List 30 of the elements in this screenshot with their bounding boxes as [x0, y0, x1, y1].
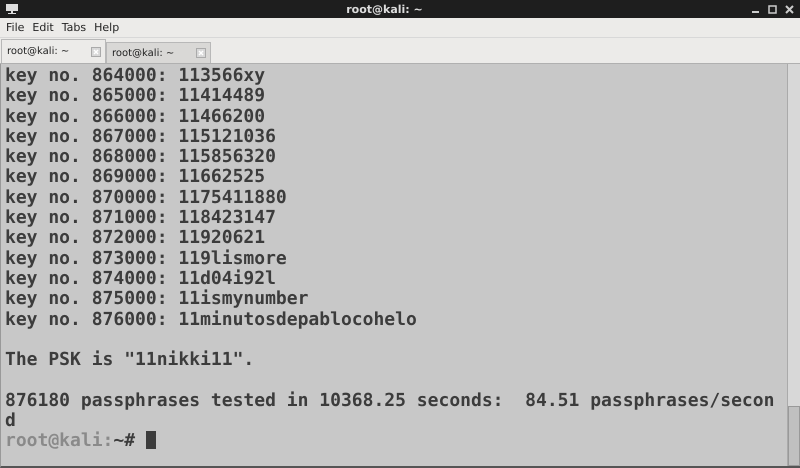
prompt-host: root@kali: [5, 430, 114, 452]
menu-item[interactable]: File [2, 21, 28, 34]
close-icon[interactable] [785, 4, 794, 14]
window-title: root@kali: ~ [345, 2, 424, 16]
terminal-line: key no. 868000: 115856320 [5, 147, 277, 168]
scrollbar-thumb[interactable] [788, 406, 800, 466]
terminal-line: key no. 865000: 11414489 [5, 86, 266, 107]
text-cursor [146, 431, 156, 450]
tab[interactable]: root@kali: ~ [1, 39, 106, 63]
scrollbar[interactable] [787, 64, 800, 466]
terminal-line: key no. 869000: 11662525 [5, 167, 266, 188]
terminal-line: key no. 867000: 115121036 [5, 126, 277, 148]
terminal-line: 876180 passphrases tested in 10368.25 seconds: 84.51 passphrases/second [5, 390, 774, 432]
terminal-line: key no. 876000: 11minutosdepablocohelo [5, 310, 418, 330]
terminal-line: key no. 872000: 11920621 [5, 228, 266, 249]
terminal-line: The PSK is "11nikki11". [5, 350, 256, 370]
terminal-line: key no. 864000: 113566xy [5, 66, 266, 86]
prompt-path: ~# [113, 430, 136, 452]
terminal-line: key no. 873000: 119lismore [5, 248, 288, 269]
maximize-icon[interactable] [768, 4, 777, 14]
terminal-line: key no. 871000: 118423147 [5, 208, 277, 228]
menu-item[interactable]: Tabs [58, 21, 90, 34]
menu-item[interactable]: Edit [28, 21, 58, 34]
terminal-line: key no. 875000: 11ismynumber [5, 289, 310, 310]
terminal-icon [6, 4, 18, 14]
terminal-line: key no. 874000: 11d04i92l [5, 268, 277, 289]
terminal-line: key no. 866000: 11466200 [5, 106, 266, 127]
tab[interactable]: root@kali: ~ [106, 42, 211, 63]
terminal-line: key no. 870000: 1175411880 [5, 188, 288, 208]
menu-item[interactable]: Help [90, 21, 124, 34]
